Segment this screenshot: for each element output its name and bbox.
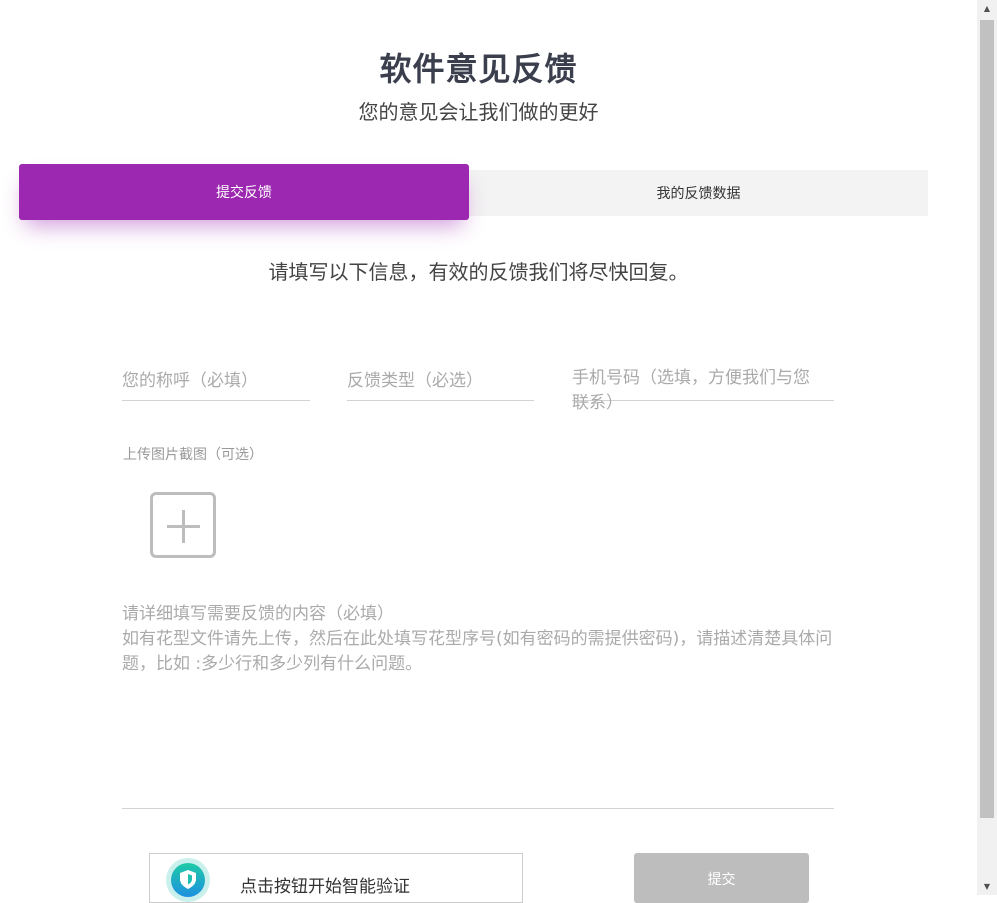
shield-icon (171, 863, 205, 897)
page-title: 软件意见反馈 (379, 50, 578, 88)
tab-my-feedback[interactable]: 我的反馈数据 (469, 170, 928, 216)
feedback-type-select[interactable] (347, 366, 534, 396)
upload-label: 上传图片截图（可选） (123, 447, 263, 463)
submit-button[interactable]: 提交 (634, 853, 809, 903)
verify-text: 点击按钮开始智能验证 (240, 877, 410, 897)
type-field-wrapper (347, 366, 534, 401)
smart-verify-button[interactable]: 点击按钮开始智能验证 (149, 853, 523, 903)
content-placeholder-line1: 请详细填写需要反馈的内容（必填） (122, 604, 394, 624)
scroll-down-arrow-icon[interactable]: ▼ (977, 878, 997, 895)
page-subtitle: 您的意见会让我们做的更好 (358, 100, 599, 124)
vertical-scrollbar[interactable]: ▲ ▼ (977, 0, 997, 895)
feedback-content-textarea[interactable]: 请详细填写需要反馈的内容（必填） 如有花型文件请先上传，然后在此处填写花型序号(… (122, 602, 834, 809)
form-hint: 请填写以下信息，有效的反馈我们将尽快回复。 (268, 260, 689, 284)
tab-submit-feedback[interactable]: 提交反馈 (19, 164, 469, 220)
phone-field-wrapper[interactable]: 手机号码（选填，方便我们与您联系） (572, 366, 834, 413)
phone-input[interactable]: 手机号码（选填，方便我们与您联系） (572, 366, 822, 416)
tab-bar: 提交反馈 我的反馈数据 (19, 164, 928, 220)
scroll-up-arrow-icon[interactable]: ▲ (977, 0, 997, 17)
plus-icon-vertical (182, 510, 185, 543)
feedback-page: 软件意见反馈 您的意见会让我们做的更好 提交反馈 我的反馈数据 请填写以下信息，… (0, 0, 977, 903)
name-input[interactable] (122, 366, 310, 396)
upload-image-button[interactable] (150, 492, 216, 558)
content-placeholder-line2: 如有花型文件请先上传，然后在此处填写花型序号(如有密码的需提供密码)，请描述清楚… (122, 629, 833, 674)
scrollbar-thumb[interactable] (980, 20, 994, 818)
verify-icon-ring (166, 858, 210, 902)
name-field-wrapper (122, 366, 310, 401)
